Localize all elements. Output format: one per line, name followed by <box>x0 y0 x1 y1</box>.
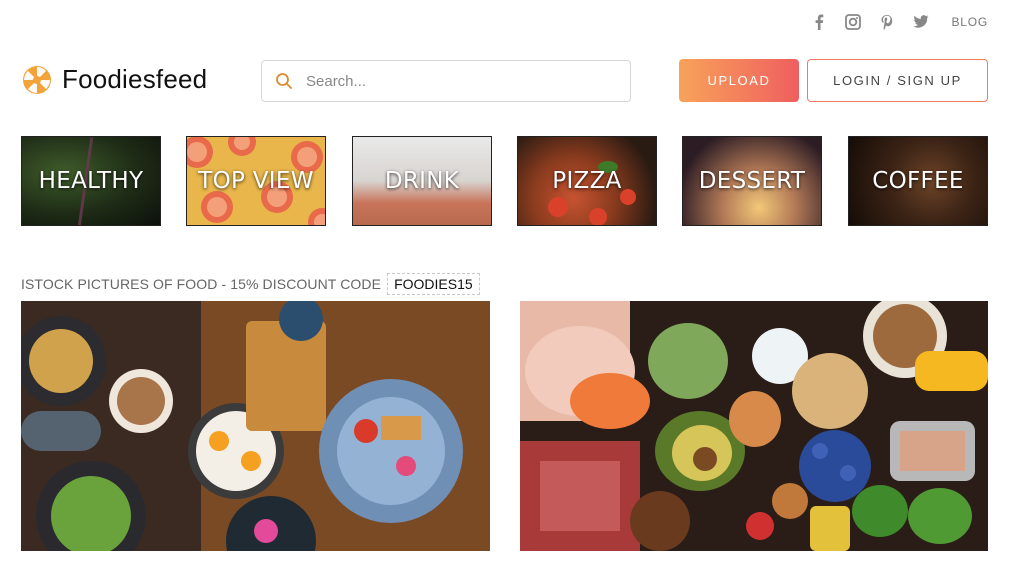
category-drink[interactable]: DRINK <box>352 136 492 226</box>
social-bar: BLOG <box>811 14 988 30</box>
category-label: HEALTHY <box>38 168 144 194</box>
category-coffee[interactable]: COFFEE <box>848 136 988 226</box>
search-input[interactable] <box>306 72 606 90</box>
promo-text[interactable]: ISTOCK PICTURES OF FOOD - 15% DISCOUNT C… <box>21 276 381 292</box>
promo-code[interactable]: FOODIES15 <box>387 273 480 295</box>
search-box <box>261 60 631 102</box>
twitter-icon[interactable] <box>913 14 929 30</box>
upload-button[interactable]: UPLOAD <box>679 59 799 102</box>
category-healthy[interactable]: HEALTHY <box>21 136 161 226</box>
category-top-view[interactable]: TOP VIEW <box>186 136 326 226</box>
instagram-icon[interactable] <box>845 14 862 30</box>
photo-image <box>21 301 490 551</box>
category-dessert[interactable]: DESSERT <box>682 136 822 226</box>
category-pizza[interactable]: PIZZA <box>517 136 657 226</box>
search-icon[interactable] <box>262 72 306 90</box>
facebook-icon[interactable] <box>811 14 827 30</box>
logo-icon <box>23 65 51 94</box>
logo-text: Foodiesfeed <box>62 64 208 94</box>
category-label: TOP VIEW <box>198 168 314 194</box>
category-row: HEALTHY TOP VIEW DRINK PIZZA DESSERT COF… <box>21 136 988 226</box>
photo-breakfast-table[interactable] <box>21 301 490 551</box>
login-signup-button[interactable]: LOGIN / SIGN UP <box>807 59 988 102</box>
category-label: PIZZA <box>552 168 622 194</box>
promo-line: ISTOCK PICTURES OF FOOD - 15% DISCOUNT C… <box>21 273 480 295</box>
pinterest-icon[interactable] <box>879 14 895 30</box>
blog-link[interactable]: BLOG <box>951 15 988 29</box>
photo-healthy-ingredients[interactable] <box>520 301 988 551</box>
photo-image <box>520 301 988 551</box>
category-label: COFFEE <box>872 168 964 194</box>
category-label: DESSERT <box>698 168 806 194</box>
category-label: DRINK <box>384 168 460 194</box>
logo[interactable]: Foodiesfeed <box>22 64 207 95</box>
